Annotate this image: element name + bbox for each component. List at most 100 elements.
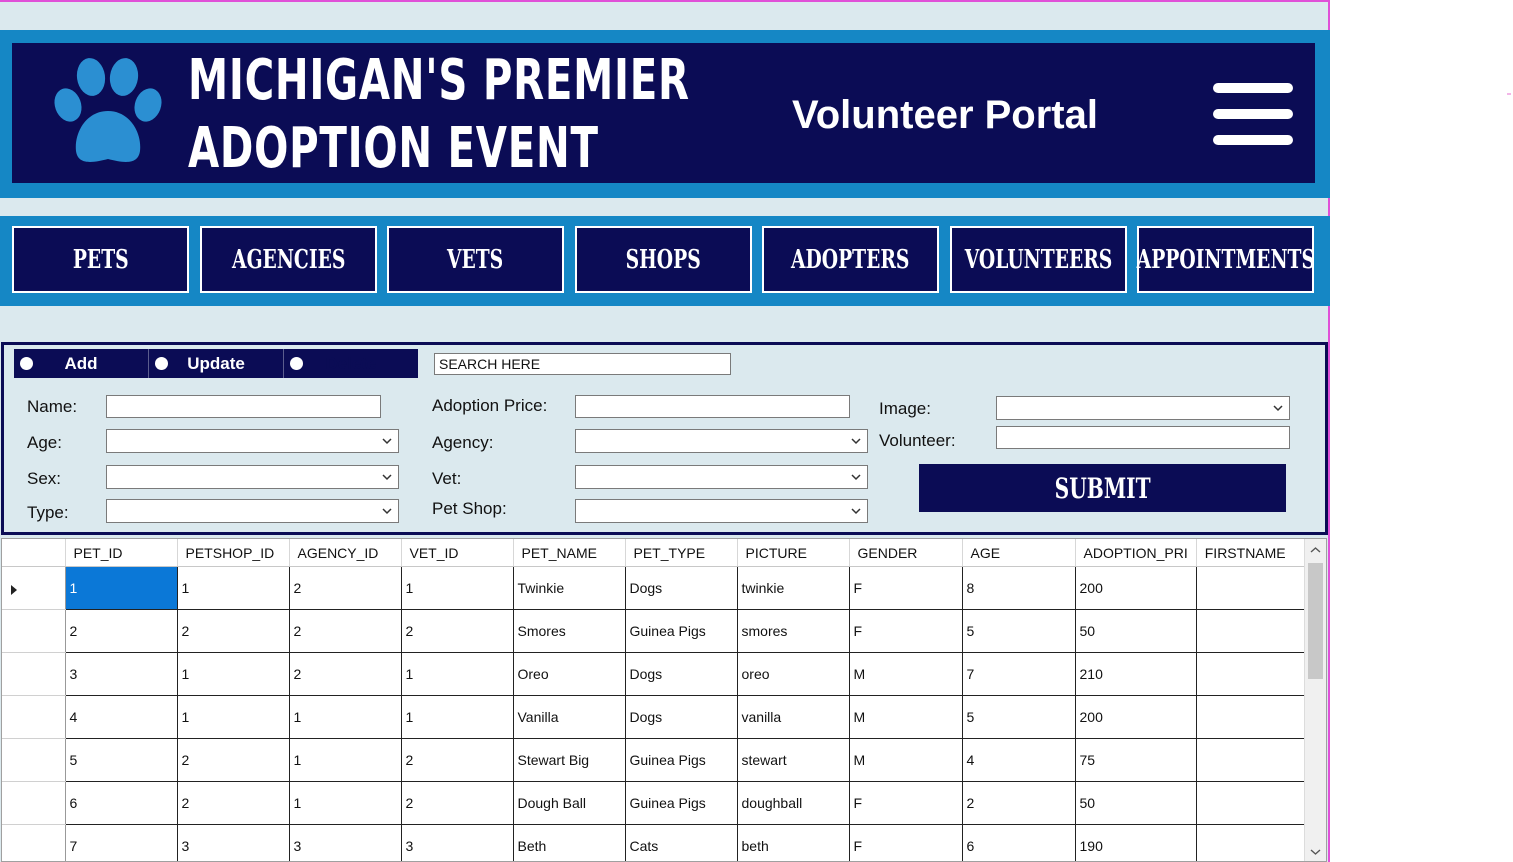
table-row[interactable]: 6 2 1 2 Dough Ball Guinea Pigs doughball F 2 50	[2, 781, 1310, 825]
table-cell[interactable]: 1	[177, 566, 290, 610]
table-cell[interactable]: 3	[289, 824, 402, 861]
row-header[interactable]	[2, 652, 66, 696]
table-cell[interactable]	[1196, 566, 1310, 610]
nav-adopters-button[interactable]: ADOPTERS	[762, 226, 939, 293]
table-cell[interactable]: 1	[65, 566, 178, 610]
hamburger-menu-icon[interactable]	[1213, 83, 1293, 145]
table-cell[interactable]: Dogs	[625, 566, 738, 610]
table-cell[interactable]: 2	[289, 652, 402, 696]
table-cell[interactable]: Dogs	[625, 695, 738, 739]
table-cell[interactable]: 3	[177, 824, 290, 861]
table-cell[interactable]: 200	[1075, 695, 1197, 739]
vertical-scrollbar[interactable]	[1304, 539, 1326, 861]
table-cell[interactable]: 3	[65, 652, 178, 696]
row-header[interactable]	[2, 566, 66, 610]
nav-appointments-button[interactable]: APPOINTMENTS	[1136, 226, 1315, 293]
table-cell[interactable]: doughball	[737, 781, 850, 825]
update-radio[interactable]: Update	[149, 349, 283, 378]
table-cell[interactable]: 2	[401, 738, 514, 782]
scroll-down-icon[interactable]	[1310, 846, 1321, 857]
table-cell[interactable]: 75	[1075, 738, 1197, 782]
table-cell[interactable]: Twinkie	[513, 566, 626, 610]
table-cell[interactable]: F	[849, 781, 963, 825]
table-cell[interactable]: 1	[177, 695, 290, 739]
row-header[interactable]	[2, 738, 66, 782]
table-cell[interactable]: 2	[289, 609, 402, 653]
table-cell[interactable]: Dough Ball	[513, 781, 626, 825]
agency-select[interactable]	[575, 429, 868, 453]
table-cell[interactable]: 3	[401, 824, 514, 861]
table-row[interactable]: 3 1 2 1 Oreo Dogs oreo M 7 210	[2, 652, 1310, 696]
table-cell[interactable]: 1	[289, 738, 402, 782]
table-cell[interactable]: 4	[962, 738, 1076, 782]
table-cell[interactable]: M	[849, 738, 963, 782]
table-cell[interactable]	[1196, 695, 1310, 739]
table-cell[interactable]: 5	[962, 695, 1076, 739]
table-row[interactable]: 7 3 3 3 Beth Cats beth F 6 190	[2, 824, 1310, 861]
table-cell[interactable]: 7	[962, 652, 1076, 696]
table-cell[interactable]: 1	[289, 781, 402, 825]
table-cell[interactable]: 50	[1075, 781, 1197, 825]
table-cell[interactable]: 4	[65, 695, 178, 739]
table-cell[interactable]: Guinea Pigs	[625, 738, 738, 782]
table-row[interactable]: 5 2 1 2 Stewart Big Guinea Pigs stewart M 4 75	[2, 738, 1310, 782]
table-cell[interactable]: 1	[401, 566, 514, 610]
table-cell[interactable]: vanilla	[737, 695, 850, 739]
table-cell[interactable]: Beth	[513, 824, 626, 861]
column-header[interactable]: AGENCY_ID	[289, 539, 402, 567]
table-cell[interactable]: 5	[962, 609, 1076, 653]
name-field[interactable]	[106, 395, 381, 418]
table-cell[interactable]: Guinea Pigs	[625, 781, 738, 825]
table-cell[interactable]	[1196, 824, 1310, 861]
table-cell[interactable]: Oreo	[513, 652, 626, 696]
table-cell[interactable]: 2	[65, 609, 178, 653]
scroll-thumb[interactable]	[1308, 563, 1323, 679]
table-cell[interactable]: F	[849, 566, 963, 610]
image-select[interactable]	[996, 396, 1290, 420]
table-cell[interactable]: 2	[401, 609, 514, 653]
table-cell[interactable]: 200	[1075, 566, 1197, 610]
search-input[interactable]	[434, 353, 731, 375]
table-cell[interactable]: oreo	[737, 652, 850, 696]
table-cell[interactable]: M	[849, 652, 963, 696]
table-cell[interactable]: 2	[962, 781, 1076, 825]
table-cell[interactable]: 190	[1075, 824, 1197, 861]
column-header[interactable]: PET_NAME	[513, 539, 626, 567]
table-cell[interactable]: 1	[401, 695, 514, 739]
pet-shop-select[interactable]	[575, 499, 868, 523]
table-cell[interactable]	[1196, 609, 1310, 653]
vet-select[interactable]	[575, 465, 868, 489]
table-cell[interactable]: F	[849, 609, 963, 653]
sex-select[interactable]	[106, 465, 399, 489]
table-cell[interactable]: twinkie	[737, 566, 850, 610]
table-cell[interactable]	[1196, 652, 1310, 696]
table-cell[interactable]: Smores	[513, 609, 626, 653]
volunteer-field[interactable]	[996, 426, 1290, 449]
row-header[interactable]	[2, 781, 66, 825]
table-cell[interactable]: 1	[401, 652, 514, 696]
add-radio[interactable]: Add	[14, 349, 148, 378]
table-cell[interactable]: 50	[1075, 609, 1197, 653]
table-cell[interactable]: Cats	[625, 824, 738, 861]
table-cell[interactable]: stewart	[737, 738, 850, 782]
table-cell[interactable]: 210	[1075, 652, 1197, 696]
nav-shops-button[interactable]: SHOPS	[575, 226, 752, 293]
column-header[interactable]: PICTURE	[737, 539, 850, 567]
table-cell[interactable]	[1196, 781, 1310, 825]
row-header[interactable]	[2, 695, 66, 739]
column-header[interactable]: PETSHOP_ID	[177, 539, 290, 567]
column-header[interactable]: GENDER	[849, 539, 963, 567]
age-select[interactable]	[106, 429, 399, 453]
column-header[interactable]: AGE	[962, 539, 1076, 567]
column-header[interactable]: FIRSTNAME	[1196, 539, 1310, 567]
table-cell[interactable]: 8	[962, 566, 1076, 610]
nav-volunteers-button[interactable]: VOLUNTEERS	[950, 226, 1127, 293]
table-cell[interactable]: 6	[962, 824, 1076, 861]
table-cell[interactable]: Guinea Pigs	[625, 609, 738, 653]
nav-agencies-button[interactable]: AGENCIES	[200, 226, 377, 293]
table-cell[interactable]: 2	[289, 566, 402, 610]
column-header[interactable]: VET_ID	[401, 539, 514, 567]
table-cell[interactable]: 2	[177, 609, 290, 653]
delete-radio[interactable]: Delete	[284, 349, 418, 378]
table-cell[interactable]: 7	[65, 824, 178, 861]
